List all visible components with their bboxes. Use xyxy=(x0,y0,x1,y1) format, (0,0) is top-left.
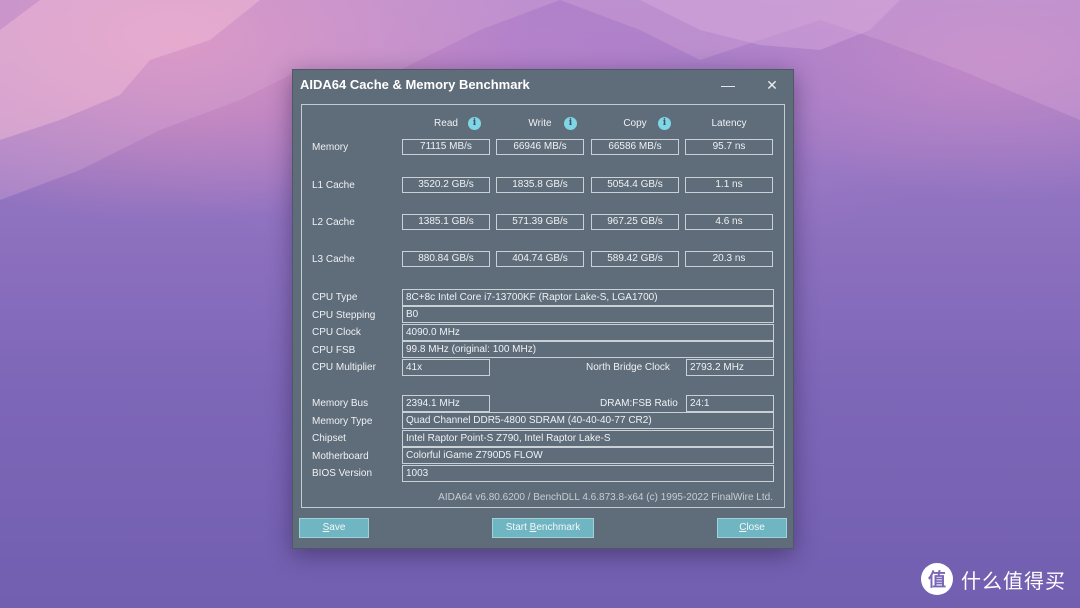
start-benchmark-button[interactable]: Start Benchmark xyxy=(492,518,594,538)
cpu-multiplier-value: 41x xyxy=(402,359,490,376)
close-icon[interactable]: ✕ xyxy=(761,74,783,96)
l2-copy-value: 967.25 GB/s xyxy=(591,214,679,230)
benchmark-window: AIDA64 Cache & Memory Benchmark — ✕ Read… xyxy=(292,69,794,549)
cpu-stepping-label: CPU Stepping xyxy=(312,310,376,321)
memory-read-value: 71115 MB/s xyxy=(402,139,490,155)
column-latency: Latency xyxy=(711,118,747,129)
memory-type-value: Quad Channel DDR5-4800 SDRAM (40-40-40-7… xyxy=(402,412,774,429)
brand-text: 什么值得买 xyxy=(961,568,1066,593)
watermark: 值 什么值得买 xyxy=(921,562,1066,596)
l2-read-value: 1385.1 GB/s xyxy=(402,214,490,230)
cpu-fsb-label: CPU FSB xyxy=(312,345,356,356)
motherboard-label: Motherboard xyxy=(312,451,369,462)
memory-latency-value: 95.7 ns xyxy=(685,139,773,155)
l1-copy-value: 5054.4 GB/s xyxy=(591,177,679,193)
info-icon[interactable]: i xyxy=(564,117,577,130)
row-label-l1-cache: L1 Cache xyxy=(312,180,355,191)
l1-write-value: 1835.8 GB/s xyxy=(496,177,584,193)
l2-write-value: 571.39 GB/s xyxy=(496,214,584,230)
cpu-multiplier-label: CPU Multiplier xyxy=(312,362,376,373)
info-icon[interactable]: i xyxy=(658,117,671,130)
cpu-type-value: 8C+8c Intel Core i7-13700KF (Raptor Lake… xyxy=(402,289,774,306)
dram-fsb-ratio-value: 24:1 xyxy=(686,395,774,412)
motherboard-value: Colorful iGame Z790D5 FLOW xyxy=(402,447,774,464)
close-button-label: lose xyxy=(746,522,765,533)
info-icon[interactable]: i xyxy=(468,117,481,130)
memory-bus-value: 2394.1 MHz xyxy=(402,395,490,412)
north-bridge-clock-value: 2793.2 MHz xyxy=(686,359,774,376)
version-footer: AIDA64 v6.80.6200 / BenchDLL 4.6.873.8-x… xyxy=(438,492,773,503)
minimize-icon[interactable]: — xyxy=(717,74,739,96)
chipset-value: Intel Raptor Point-S Z790, Intel Raptor … xyxy=(402,430,774,447)
chipset-label: Chipset xyxy=(312,433,346,444)
save-button-label: ave xyxy=(329,522,346,533)
row-label-memory: Memory xyxy=(312,142,349,153)
cpu-clock-label: CPU Clock xyxy=(312,327,361,338)
cpu-fsb-value: 99.8 MHz (original: 100 MHz) xyxy=(402,341,774,358)
l2-latency-value: 4.6 ns xyxy=(685,214,773,230)
bios-version-value: 1003 xyxy=(402,465,774,482)
l3-read-value: 880.84 GB/s xyxy=(402,251,490,267)
memory-copy-value: 66586 MB/s xyxy=(591,139,679,155)
close-button[interactable]: Close xyxy=(717,518,787,538)
save-button[interactable]: Save xyxy=(299,518,369,538)
memory-type-label: Memory Type xyxy=(312,416,373,427)
l3-latency-value: 20.3 ns xyxy=(685,251,773,267)
memory-write-value: 66946 MB/s xyxy=(496,139,584,155)
row-label-l2-cache: L2 Cache xyxy=(312,217,355,228)
l3-write-value: 404.74 GB/s xyxy=(496,251,584,267)
l3-copy-value: 589.42 GB/s xyxy=(591,251,679,267)
brand-logo-icon: 值 xyxy=(921,563,953,595)
title-bar[interactable]: AIDA64 Cache & Memory Benchmark — ✕ xyxy=(293,70,793,102)
start-benchmark-label: enchmark xyxy=(536,522,581,533)
cpu-clock-value: 4090.0 MHz xyxy=(402,324,774,341)
north-bridge-clock-label: North Bridge Clock xyxy=(586,362,670,373)
row-label-l3-cache: L3 Cache xyxy=(312,254,355,265)
benchmark-panel: Read i Write i Copy i Latency Memory 711… xyxy=(301,104,785,508)
memory-bus-label: Memory Bus xyxy=(312,398,369,409)
bios-version-label: BIOS Version xyxy=(312,468,373,479)
dram-fsb-ratio-label: DRAM:FSB Ratio xyxy=(600,398,678,409)
window-title: AIDA64 Cache & Memory Benchmark xyxy=(300,77,530,92)
cpu-type-label: CPU Type xyxy=(312,292,358,303)
l1-latency-value: 1.1 ns xyxy=(685,177,773,193)
cpu-stepping-value: B0 xyxy=(402,306,774,323)
l1-read-value: 3520.2 GB/s xyxy=(402,177,490,193)
start-benchmark-label-prefix: Start xyxy=(505,522,530,533)
